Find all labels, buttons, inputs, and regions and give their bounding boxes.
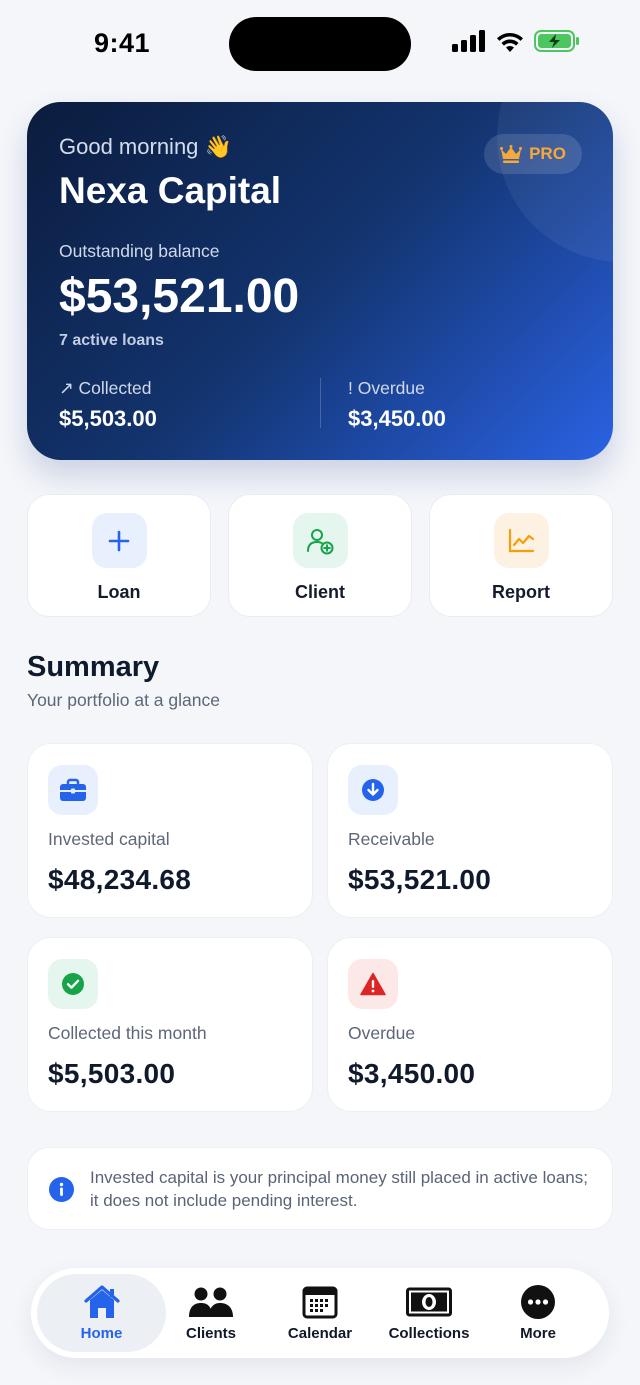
balance-card[interactable]: Good morning 👋 Nexa Capital PRO Outstand… [27,102,613,460]
briefcase-icon [48,765,98,815]
tab-label: Home [80,1325,123,1342]
tab-calendar[interactable]: Calendar [265,1274,375,1352]
stat-label: Receivable [348,829,435,849]
tab-home[interactable]: Home [37,1274,166,1352]
quick-action-label: Client [294,582,345,602]
quick-action-label: Report [492,582,550,602]
balance-amount: $53,521.00 [59,270,300,323]
stat-value: $48,234.68 [48,864,192,895]
overdue-value: $3,450.00 [348,406,446,431]
info-icon [49,1177,74,1202]
new-loan-button[interactable]: Loan [27,494,211,617]
stat-value: $5,503.00 [48,1058,176,1089]
calendar-icon [302,1284,338,1320]
plus-icon [91,513,147,568]
users-icon [188,1284,234,1320]
battery-icon [534,30,579,52]
pro-badge[interactable]: PRO [484,134,582,174]
tab-more[interactable]: More [483,1274,593,1352]
warning-icon [348,959,398,1009]
active-loans-count: 7 active loans [59,332,164,349]
tab-clients[interactable]: Clients [156,1274,266,1352]
greeting: Good morning 👋 [59,134,232,159]
overdue-card[interactable]: Overdue $3,450.00 [327,937,613,1112]
more-icon [520,1284,556,1320]
crown-icon [500,145,523,163]
invested-capital-card[interactable]: Invested capital $48,234.68 [27,743,313,918]
cash-icon [406,1284,452,1320]
add-user-icon [292,513,348,568]
collected-stat: ↗ Collected $5,503.00 [59,378,157,432]
tab-label: Collections [388,1325,470,1342]
info-text: Invested capital is your principal money… [90,1168,588,1210]
collected-month-card[interactable]: Collected this month $5,503.00 [27,937,313,1112]
tab-label: Calendar [287,1325,353,1342]
status-time: 9:41 [94,28,151,58]
stat-divider [320,378,321,428]
stat-value: $53,521.00 [348,864,492,895]
chart-icon [493,513,549,568]
info-note: Invested capital is your principal money… [27,1147,613,1230]
receivable-card[interactable]: Receivable $53,521.00 [327,743,613,918]
company-name: Nexa Capital [59,170,282,211]
summary-subtitle: Your portfolio at a glance [27,690,220,710]
signal-icon [452,30,485,52]
report-button[interactable]: Report [429,494,613,617]
decorative-circle [497,102,613,262]
home-icon [82,1284,122,1320]
overdue-stat: ! Overdue $3,450.00 [348,378,446,432]
tab-collections[interactable]: Collections [374,1274,484,1352]
status-icons [452,30,580,52]
stat-label: Collected this month [48,1023,207,1043]
pro-label: PRO [529,144,566,163]
quick-action-label: Loan [97,582,141,602]
collected-label: ↗ Collected [59,378,152,398]
collected-value: $5,503.00 [59,406,157,431]
stat-label: Invested capital [48,829,170,849]
overdue-label: ! Overdue [348,378,425,398]
check-circle-icon [48,959,98,1009]
tab-label: More [520,1325,556,1342]
balance-label: Outstanding balance [59,241,220,261]
stat-value: $3,450.00 [348,1058,476,1089]
status-bar: 9:41 [0,0,640,90]
dynamic-island [229,17,411,71]
wifi-icon [497,32,523,52]
tab-bar: Home Clients Calendar Collections More [31,1268,609,1358]
stat-label: Overdue [348,1023,416,1043]
tab-label: Clients [185,1325,236,1342]
new-client-button[interactable]: Client [228,494,412,617]
arrow-down-circle-icon [348,765,398,815]
summary-title: Summary [27,651,160,683]
